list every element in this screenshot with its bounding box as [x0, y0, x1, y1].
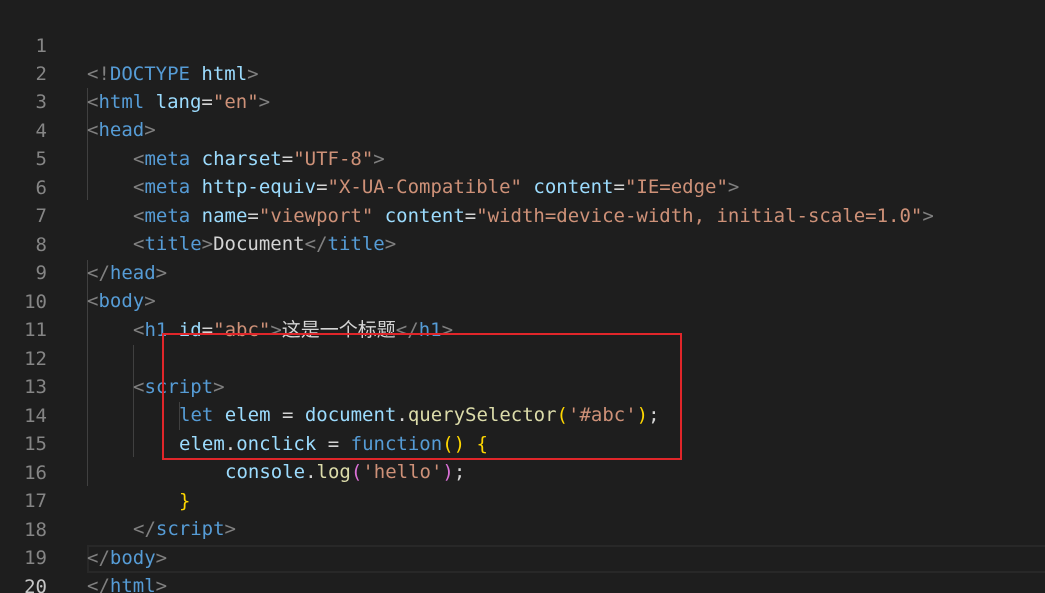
- code-line-18[interactable]: 18 </body>: [0, 488, 1045, 569]
- code-line-5[interactable]: 5 <meta http-equiv="X-UA-Compatible" con…: [0, 117, 1045, 198]
- code-line-9[interactable]: 9 <body>: [0, 231, 1045, 312]
- code-line-20[interactable]: 20: [0, 545, 1045, 593]
- code-editor[interactable]: 1 <!DOCTYPE html> 2 <html lang="en"> 3 <…: [0, 0, 1045, 593]
- code-line-17[interactable]: 17 </script>: [0, 459, 1045, 540]
- code-line-7[interactable]: 7 <title>Document</title>: [0, 174, 1045, 255]
- code-line-2[interactable]: 2 <html lang="en">: [0, 32, 1045, 113]
- code-line-1[interactable]: 1 <!DOCTYPE html>: [0, 4, 1045, 85]
- code-line-11[interactable]: 11: [0, 288, 1045, 341]
- code-line-4[interactable]: 4 <meta charset="UTF-8">: [0, 89, 1045, 170]
- code-line-8[interactable]: 8 </head>: [0, 203, 1045, 284]
- annotation-highlight-box: [162, 333, 682, 460]
- code-token: >: [155, 575, 168, 593]
- code-line-6[interactable]: 6 <meta name="viewport" content="width=d…: [0, 146, 1045, 227]
- code-token: </: [87, 575, 110, 593]
- code-line-19[interactable]: 19 </html>: [0, 516, 1045, 593]
- active-line-number: 20: [24, 576, 47, 593]
- code-line-3[interactable]: 3 <head>: [0, 60, 1045, 141]
- code-line-10[interactable]: 10 <h1 id="abc">这是一个标题</h1>: [0, 260, 1045, 341]
- code-token: html: [109, 575, 156, 593]
